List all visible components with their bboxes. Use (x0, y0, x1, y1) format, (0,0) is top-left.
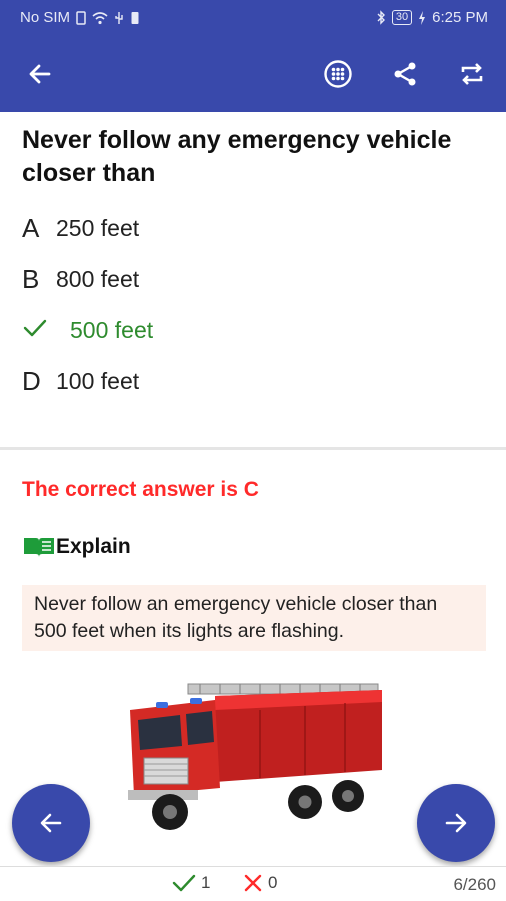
grid-circle-icon (324, 60, 352, 88)
option-label: 500 feet (70, 316, 154, 343)
correct-counter: 1 (172, 873, 210, 893)
status-bar: No SIM 30 6:25 PM (0, 0, 506, 36)
option-a[interactable]: A 250 feet (22, 208, 139, 248)
arrow-left-icon (29, 64, 51, 84)
checkmark-icon (22, 315, 70, 346)
fire-truck-image (128, 683, 382, 830)
repeat-button[interactable] (452, 54, 492, 94)
arrow-right-icon (445, 813, 467, 833)
share-button[interactable] (385, 54, 425, 94)
book-icon (24, 538, 54, 557)
option-label: 250 feet (56, 214, 140, 241)
explanation-text: Never follow an emergency vehicle closer… (22, 585, 486, 651)
option-d[interactable]: D 100 feet (22, 361, 139, 401)
correct-answer-label: The correct answer is C (22, 478, 259, 501)
question-progress: 6/260 (453, 875, 496, 894)
wifi-icon (92, 11, 108, 24)
option-letter: B (22, 263, 40, 294)
usb-icon (115, 11, 123, 24)
storage-icon (131, 11, 139, 24)
bottom-bar: 1 0 6/260 (0, 866, 506, 901)
bluetooth-icon (377, 10, 385, 25)
correct-count: 1 (201, 873, 211, 892)
option-label: 100 feet (56, 367, 140, 394)
option-c[interactable]: 500 feet (22, 310, 153, 350)
carrier-label: No SIM (20, 9, 71, 26)
charging-icon (419, 10, 426, 25)
repeat-icon (461, 63, 483, 85)
option-label: 800 feet (56, 265, 140, 292)
previous-question-button[interactable] (12, 784, 90, 862)
wrong-counter: 0 (243, 873, 277, 893)
option-b[interactable]: B 800 feet (22, 259, 139, 299)
battery-level: 30 (391, 10, 413, 25)
explain-label: Explain (56, 535, 131, 558)
question-text: Never follow any emergency vehicle close… (22, 126, 452, 187)
explain-header: Explain (22, 535, 131, 559)
arrow-left-icon (40, 813, 62, 833)
clock: 6:25 PM (432, 9, 488, 26)
share-icon (394, 62, 416, 86)
check-icon (172, 874, 196, 892)
option-letter: D (22, 365, 41, 396)
next-question-button[interactable] (417, 784, 495, 862)
cross-icon (244, 874, 262, 892)
sim-icon (76, 10, 86, 25)
back-button[interactable] (20, 54, 60, 94)
app-bar (0, 36, 506, 112)
status-left: No SIM (20, 9, 140, 26)
grid-button[interactable] (318, 54, 358, 94)
wrong-count: 0 (268, 873, 278, 892)
status-right: 30 6:25 PM (376, 9, 488, 26)
option-letter: A (22, 212, 40, 243)
section-divider (0, 447, 506, 450)
